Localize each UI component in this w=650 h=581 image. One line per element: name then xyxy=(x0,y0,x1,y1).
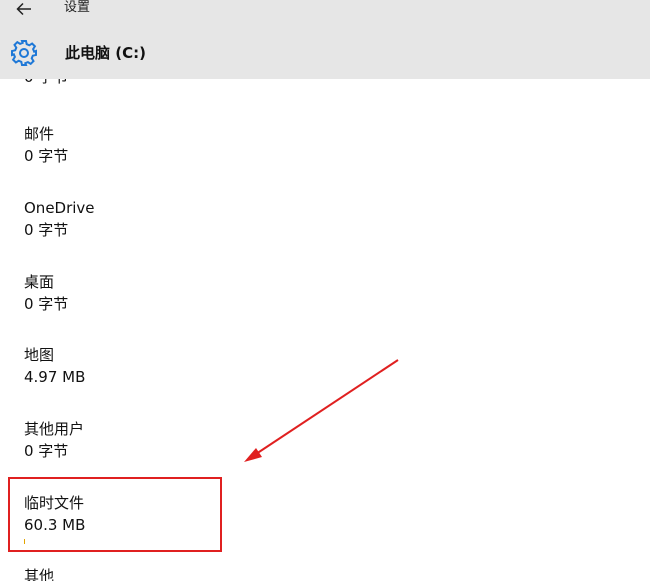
item-name: OneDrive xyxy=(24,199,95,217)
list-item-maps[interactable]: 地图 4.97 MB xyxy=(24,345,324,387)
item-size: 4.97 MB xyxy=(24,368,86,386)
annotation-highlight-box xyxy=(8,477,222,552)
item-size: 0 字节 xyxy=(24,221,69,239)
item-size: 0 字节 xyxy=(24,295,69,313)
list-item-other-users[interactable]: 其他用户 0 字节 xyxy=(24,419,324,461)
header: 设置 此电脑 (C:) xyxy=(0,0,650,79)
item-name: 邮件 xyxy=(24,125,55,143)
page-title: 此电脑 (C:) xyxy=(65,44,146,62)
list-item-onedrive[interactable]: OneDrive 0 字节 xyxy=(24,198,324,240)
item-size: 0 字节 xyxy=(24,147,69,165)
list-item-desktop[interactable]: 桌面 0 字节 xyxy=(24,272,324,314)
back-arrow-icon xyxy=(16,2,31,16)
item-name: 地图 xyxy=(24,346,55,364)
item-name: 其他 xyxy=(24,567,55,581)
list-item[interactable]: 0 字节 xyxy=(24,79,324,87)
item-name: 其他用户 xyxy=(24,420,85,438)
back-button[interactable] xyxy=(10,0,38,18)
list-item-mail[interactable]: 邮件 0 字节 xyxy=(24,124,324,166)
item-size: 0 字节 xyxy=(24,79,324,87)
item-size: 0 字节 xyxy=(24,442,69,460)
window-title: 设置 xyxy=(64,0,91,15)
list-item-other[interactable]: 其他 xyxy=(24,566,324,581)
item-name: 桌面 xyxy=(24,273,55,291)
settings-window: 设置 此电脑 (C:) 0 字节 邮件 0 字节 OneDrive 0 字节 桌… xyxy=(0,0,650,581)
gear-icon xyxy=(10,39,38,67)
